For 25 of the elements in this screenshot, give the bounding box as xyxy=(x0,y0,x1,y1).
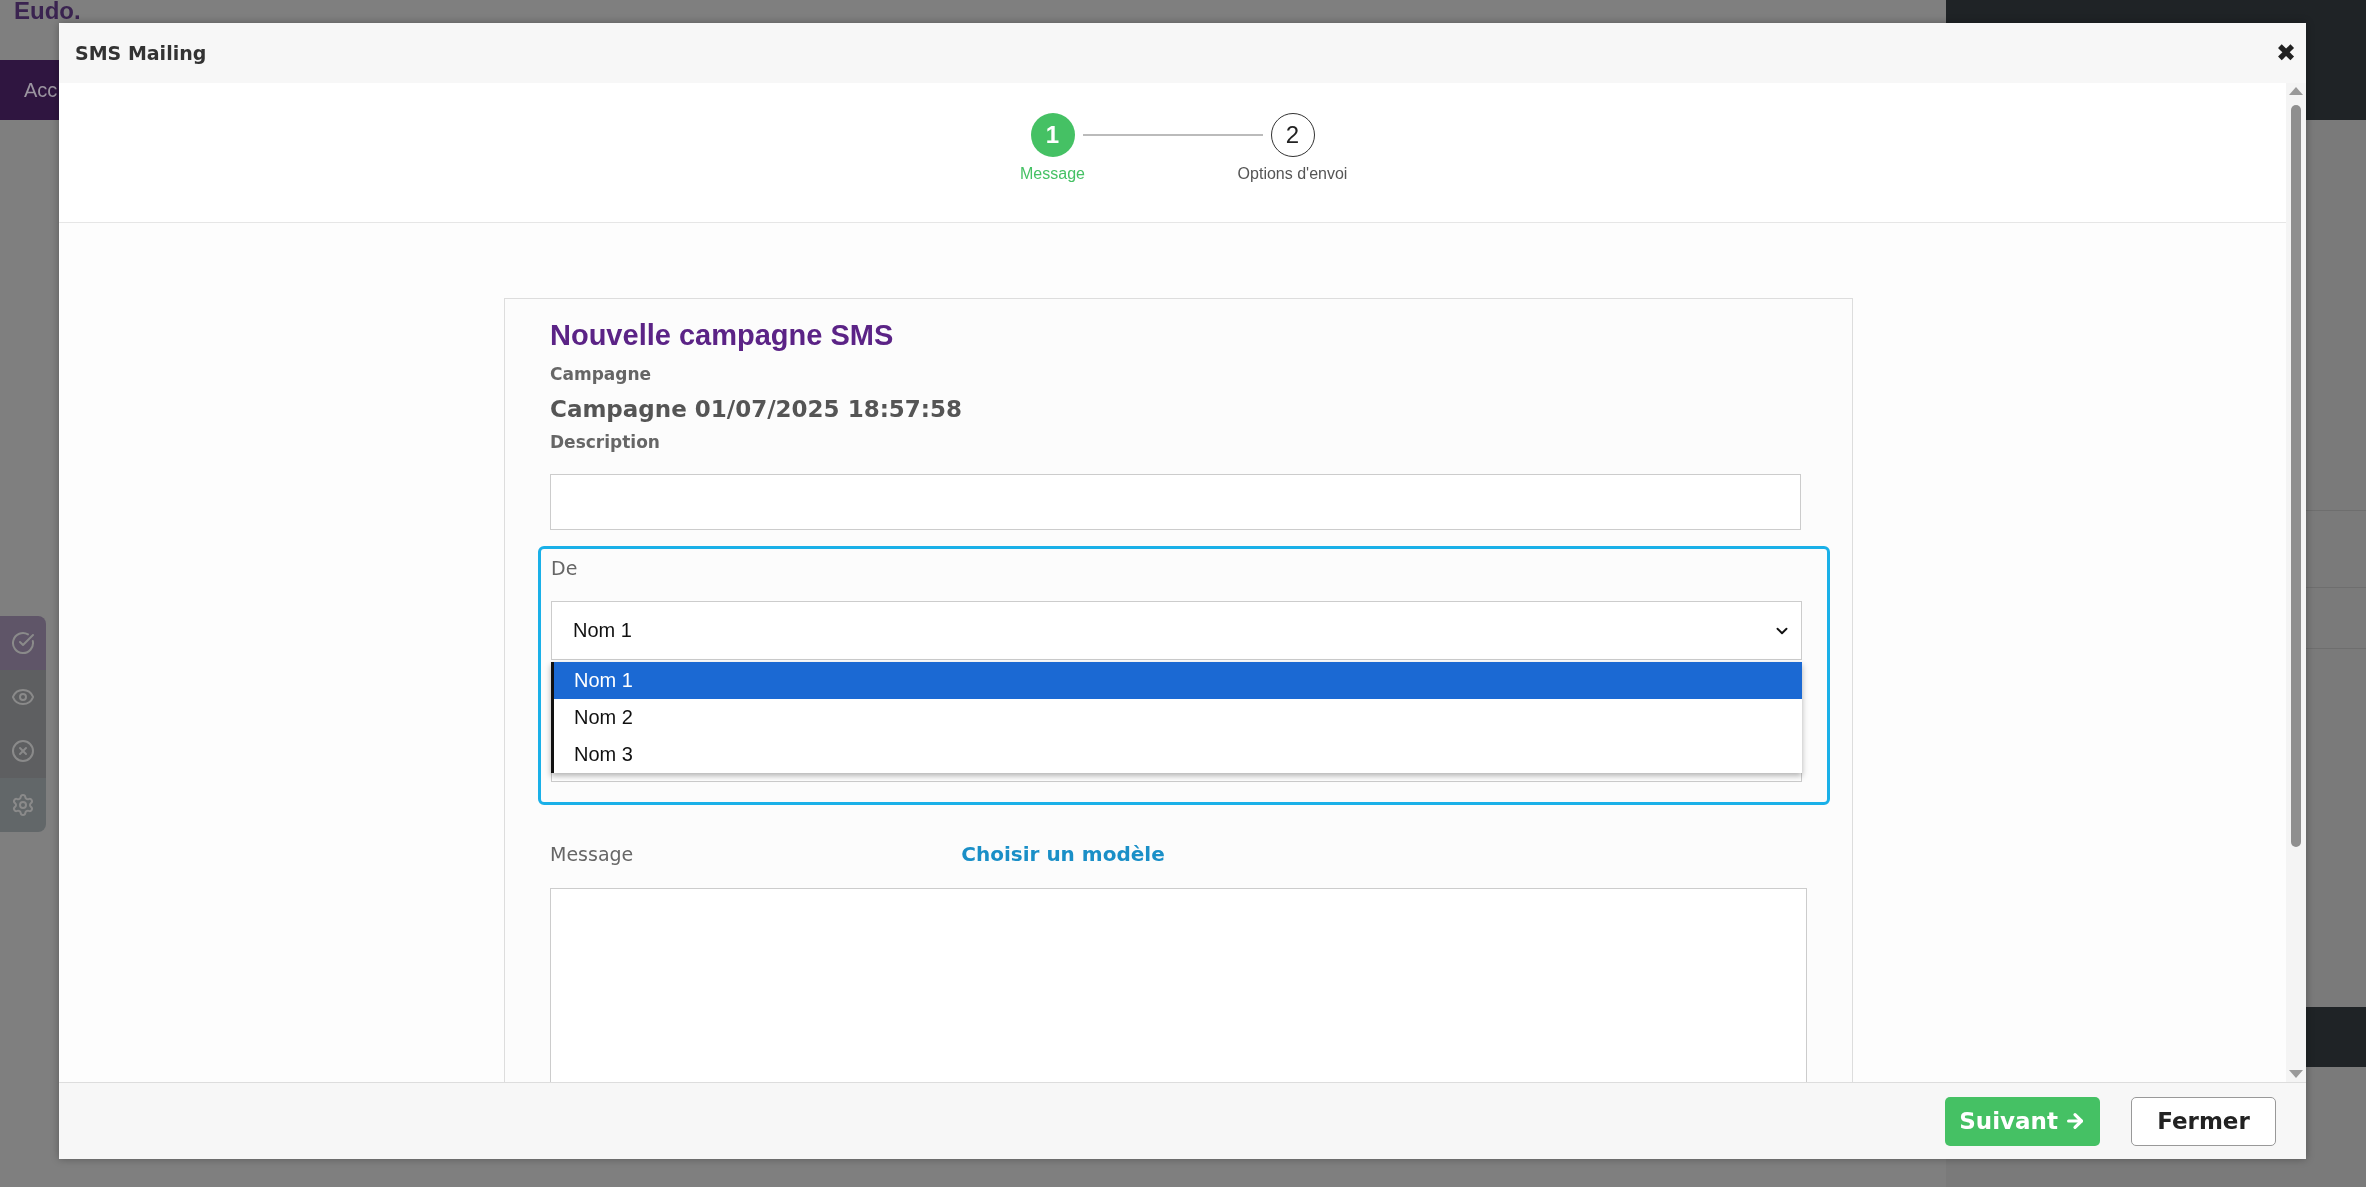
dialog-title: SMS Mailing xyxy=(75,42,207,64)
step-label: Message xyxy=(1020,165,1085,183)
sender-select[interactable]: Nom 1 xyxy=(551,601,1802,660)
template-link[interactable]: Choisir un modèle xyxy=(961,842,1165,866)
field-label: De xyxy=(551,557,578,579)
description-field[interactable] xyxy=(550,474,1801,530)
step-label: Options d'envoi xyxy=(1237,165,1348,183)
step-number[interactable]: 2 xyxy=(1270,113,1315,157)
field-label: Message xyxy=(550,843,634,865)
dropdown-option[interactable]: Nom 1 xyxy=(554,662,1802,699)
scrollbar[interactable] xyxy=(2286,83,2306,1082)
form-heading: Nouvelle campagne SMS xyxy=(550,319,895,352)
settings-icon[interactable] xyxy=(0,778,46,832)
nav-tab[interactable]: Acc xyxy=(24,78,58,102)
arrow-right-icon xyxy=(2064,1110,2086,1132)
eye-icon[interactable] xyxy=(0,670,46,724)
close-button[interactable]: ✖ xyxy=(2276,39,2296,67)
logo: Eudo. xyxy=(14,0,81,23)
campaign-name: Campagne 01/07/2025 18:57:58 xyxy=(550,396,964,422)
field-label: Campagne xyxy=(550,364,653,384)
message-field[interactable] xyxy=(550,888,1807,1082)
field-label: Description xyxy=(550,432,661,452)
dropdown-option[interactable]: Nom 2 xyxy=(554,699,1802,736)
close-button[interactable]: Fermer xyxy=(2131,1096,2276,1146)
dropdown-option[interactable]: Nom 3 xyxy=(554,736,1802,773)
